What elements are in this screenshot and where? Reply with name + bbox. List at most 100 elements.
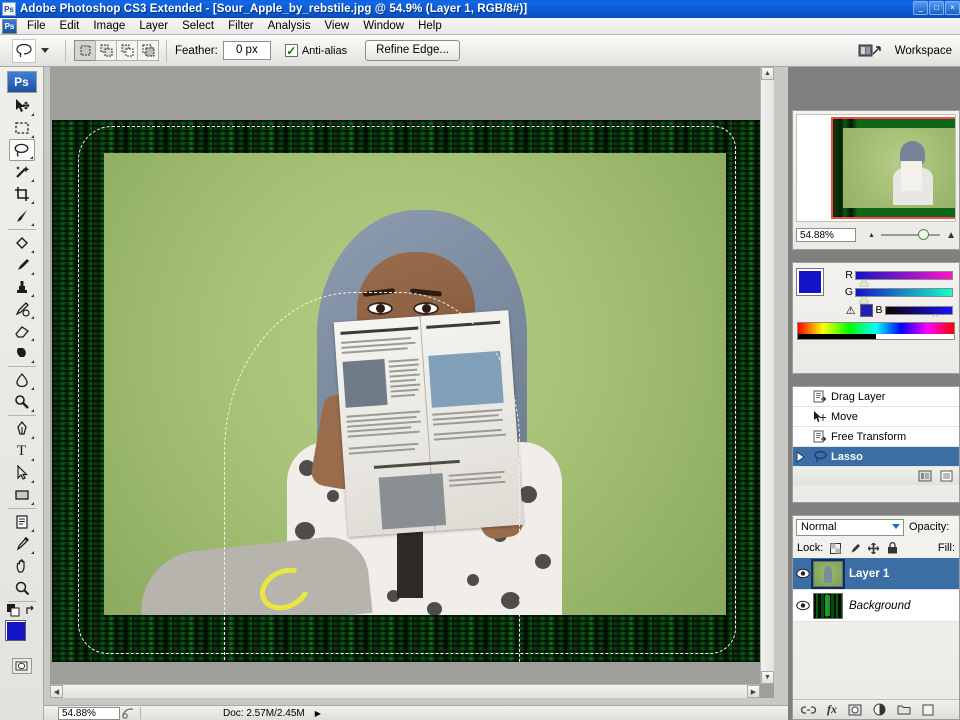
new-layer-icon[interactable] xyxy=(922,704,934,716)
status-zoom-field[interactable]: 54.88% xyxy=(58,706,120,720)
layer-thumbnail[interactable] xyxy=(811,558,845,589)
maximize-button[interactable]: □ xyxy=(929,1,944,15)
brush-tool[interactable] xyxy=(9,254,35,276)
zoom-slider-track[interactable] xyxy=(880,229,941,240)
create-document-from-state-icon[interactable] xyxy=(918,470,932,482)
lock-image-pixels-icon[interactable] xyxy=(848,542,861,555)
lasso-icon[interactable] xyxy=(12,38,36,63)
new-group-icon[interactable] xyxy=(897,704,911,715)
anti-alias-checkbox[interactable]: ✓ xyxy=(284,44,298,57)
standard-mode-icon[interactable] xyxy=(11,658,32,674)
menu-filter[interactable]: Filter xyxy=(221,19,261,33)
out-of-gamut-swatch[interactable] xyxy=(860,303,873,317)
lock-transparent-pixels-icon[interactable] xyxy=(829,542,842,555)
menu-image[interactable]: Image xyxy=(86,19,132,33)
channel-b-track[interactable] xyxy=(885,305,953,317)
history-state-move[interactable]: Move xyxy=(793,407,959,427)
horizontal-type-tool[interactable]: T xyxy=(9,440,35,462)
swap-colors-icon[interactable] xyxy=(25,605,37,617)
magic-wand-tool[interactable] xyxy=(9,161,35,183)
history-current-state-marker[interactable] xyxy=(793,448,809,466)
color-foreground-swatch[interactable] xyxy=(796,268,824,296)
menu-select[interactable]: Select xyxy=(175,19,221,33)
hand-tool[interactable] xyxy=(9,555,35,577)
lasso-tool[interactable] xyxy=(8,139,35,161)
tool-preset-chevron-icon[interactable] xyxy=(41,48,49,53)
navigator-view-box[interactable] xyxy=(831,117,955,219)
canvas-viewport[interactable]: ▲ ▼ ◀ ▶ xyxy=(50,67,774,698)
color-spectrum-ramp[interactable] xyxy=(797,322,955,340)
add-layer-mask-icon[interactable] xyxy=(848,704,862,716)
layer-visibility-icon[interactable] xyxy=(793,568,813,579)
pen-tool[interactable] xyxy=(9,418,35,440)
menu-analysis[interactable]: Analysis xyxy=(261,19,318,33)
new-adjustment-layer-icon[interactable] xyxy=(873,703,886,716)
menu-help[interactable]: Help xyxy=(411,19,449,33)
chevron-down-icon[interactable] xyxy=(892,523,900,529)
notes-tool[interactable] xyxy=(9,511,35,533)
menu-edit[interactable]: Edit xyxy=(53,19,87,33)
history-state-drag-layer[interactable]: Drag Layer xyxy=(793,387,959,407)
layer-row[interactable]: Background xyxy=(793,590,959,622)
history-state-free-transform[interactable]: Free Transform xyxy=(793,427,959,447)
artboard[interactable] xyxy=(52,120,760,662)
canvas-horizontal-scrollbar[interactable]: ◀ ▶ xyxy=(50,684,760,698)
history-snapshot-slot-3[interactable] xyxy=(793,428,809,446)
close-button[interactable]: × xyxy=(945,1,960,15)
blur-tool[interactable] xyxy=(9,369,35,391)
layer-style-icon[interactable]: fx xyxy=(827,702,837,717)
channel-g-track[interactable] xyxy=(855,287,953,303)
eraser-tool[interactable] xyxy=(9,320,35,342)
status-menu-arrow-icon[interactable]: ▶ xyxy=(315,709,321,718)
navigator-zoom-field[interactable]: 54.88% xyxy=(796,228,856,242)
default-colors-icon[interactable] xyxy=(6,604,20,617)
scroll-right-arrow-icon[interactable]: ▶ xyxy=(747,685,760,698)
minimize-button[interactable]: _ xyxy=(913,1,928,15)
lock-position-icon[interactable] xyxy=(867,542,880,555)
navigator-thumbnail[interactable] xyxy=(796,114,956,222)
menu-file[interactable]: File xyxy=(20,19,53,33)
history-state-lasso[interactable]: Lasso xyxy=(793,447,959,467)
workspace-button[interactable]: Workspace xyxy=(851,38,958,64)
refine-edge-button[interactable]: Refine Edge... xyxy=(365,40,460,61)
clone-stamp-tool[interactable] xyxy=(9,276,35,298)
path-selection-tool[interactable] xyxy=(9,462,35,484)
foreground-color-swatch[interactable] xyxy=(4,620,26,641)
channel-r-track[interactable] xyxy=(855,270,953,286)
zoom-tool[interactable] xyxy=(9,577,35,599)
layer-thumbnail[interactable] xyxy=(813,592,843,619)
layer-row[interactable]: Layer 1 xyxy=(793,558,959,590)
history-snapshot-slot-2[interactable] xyxy=(793,408,809,426)
zoom-out-icon[interactable]: ▲ xyxy=(868,232,875,239)
scroll-up-arrow-icon[interactable]: ▲ xyxy=(761,67,774,80)
navigator-zoom-slider[interactable]: ▲ ▲ xyxy=(868,228,956,242)
lock-all-icon[interactable] xyxy=(886,542,899,555)
link-layers-icon[interactable] xyxy=(801,705,816,715)
history-brush-tool[interactable] xyxy=(9,298,35,320)
add-to-selection-button[interactable] xyxy=(95,40,117,61)
menu-view[interactable]: View xyxy=(317,19,356,33)
dodge-tool[interactable] xyxy=(9,391,35,413)
rectangular-marquee-tool[interactable] xyxy=(9,117,35,139)
zoom-slider-knob[interactable] xyxy=(917,229,929,240)
layer-visibility-icon[interactable] xyxy=(793,600,813,611)
subtract-from-selection-button[interactable] xyxy=(116,40,138,61)
rectangle-shape-tool[interactable] xyxy=(9,484,35,506)
eyedropper-tool[interactable] xyxy=(9,533,35,555)
status-grip-icon[interactable] xyxy=(120,707,136,720)
intersect-with-selection-button[interactable] xyxy=(137,40,159,61)
menu-layer[interactable]: Layer xyxy=(132,19,175,33)
create-new-snapshot-icon[interactable] xyxy=(940,470,953,482)
history-snapshot-slot[interactable] xyxy=(793,388,809,406)
zoom-in-icon[interactable]: ▲ xyxy=(946,230,956,241)
healing-brush-tool[interactable] xyxy=(9,232,35,254)
canvas-vertical-scrollbar[interactable]: ▲ ▼ xyxy=(760,67,774,684)
crop-tool[interactable] xyxy=(9,183,35,205)
out-of-gamut-warning-icon[interactable]: ⚠ xyxy=(843,303,858,317)
anti-alias-checkbox-group[interactable]: ✓ Anti-alias xyxy=(284,44,347,57)
scroll-left-arrow-icon[interactable]: ◀ xyxy=(50,685,63,698)
move-tool[interactable] xyxy=(9,95,35,117)
new-selection-button[interactable] xyxy=(74,40,96,61)
menu-window[interactable]: Window xyxy=(356,19,411,33)
gradient-tool[interactable] xyxy=(9,342,35,364)
